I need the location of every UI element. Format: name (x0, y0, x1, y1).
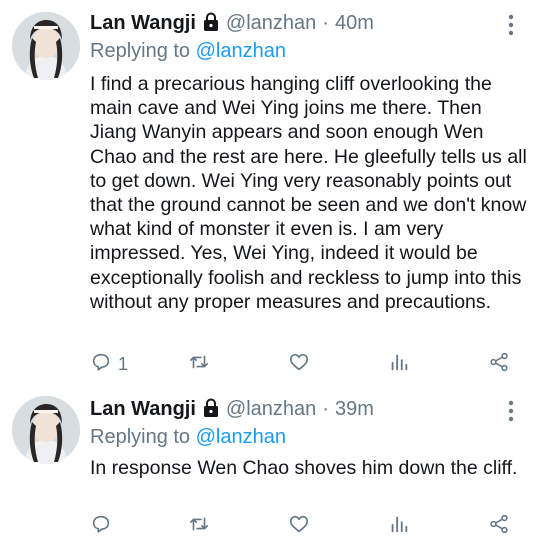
share-button[interactable] (488, 514, 510, 538)
replying-prefix: Replying to (90, 426, 191, 448)
heart-icon (288, 513, 310, 540)
tweet[interactable]: Lan Wangji @lanzhan · 40m Replying to @l… (0, 0, 540, 384)
author-name[interactable]: Lan Wangji (90, 398, 196, 421)
tweet-actions: 1 (90, 352, 520, 376)
replying-prefix: Replying to (90, 40, 191, 62)
retweet-button[interactable] (188, 352, 210, 376)
separator-dot: · (322, 11, 329, 34)
author-handle[interactable]: @lanzhan (226, 398, 316, 421)
share-icon (488, 351, 510, 378)
tweet[interactable]: Lan Wangji @lanzhan · 39m Replying to @l… (0, 384, 540, 544)
like-button[interactable] (288, 514, 310, 538)
avatar[interactable] (12, 396, 80, 464)
like-button[interactable] (288, 352, 310, 376)
replying-handle-link[interactable]: @lanzhan (196, 40, 286, 62)
avatar[interactable] (12, 12, 80, 80)
reply-count: 1 (118, 353, 129, 374)
tweet-text: I find a precarious hanging cliff overlo… (90, 73, 527, 313)
author-handle[interactable]: @lanzhan (226, 12, 316, 35)
more-icon[interactable] (508, 14, 514, 36)
separator-dot: · (322, 397, 329, 420)
replying-to: Replying to @lanzhan (90, 40, 286, 63)
more-icon[interactable] (508, 400, 514, 422)
tweet-actions (90, 514, 520, 538)
timestamp[interactable]: 39m (335, 398, 374, 421)
retweet-icon (188, 513, 210, 540)
reply-button[interactable]: 1 (90, 352, 128, 376)
heart-icon (288, 351, 310, 378)
stats-icon (388, 351, 410, 378)
replying-to: Replying to @lanzhan (90, 426, 286, 449)
tweet-text: In response Wen Chao shoves him down the… (90, 457, 518, 479)
lock-icon (202, 12, 220, 32)
share-button[interactable] (488, 352, 510, 376)
reply-icon (90, 351, 112, 378)
retweet-icon (188, 351, 210, 378)
stats-button[interactable] (388, 352, 410, 376)
stats-icon (388, 513, 410, 540)
replying-handle-link[interactable]: @lanzhan (196, 426, 286, 448)
author-name[interactable]: Lan Wangji (90, 12, 196, 35)
reply-icon (90, 513, 112, 540)
retweet-button[interactable] (188, 514, 210, 538)
share-icon (488, 513, 510, 540)
timestamp[interactable]: 40m (335, 12, 374, 35)
stats-button[interactable] (388, 514, 410, 538)
reply-button[interactable] (90, 514, 112, 538)
lock-icon (202, 398, 220, 418)
